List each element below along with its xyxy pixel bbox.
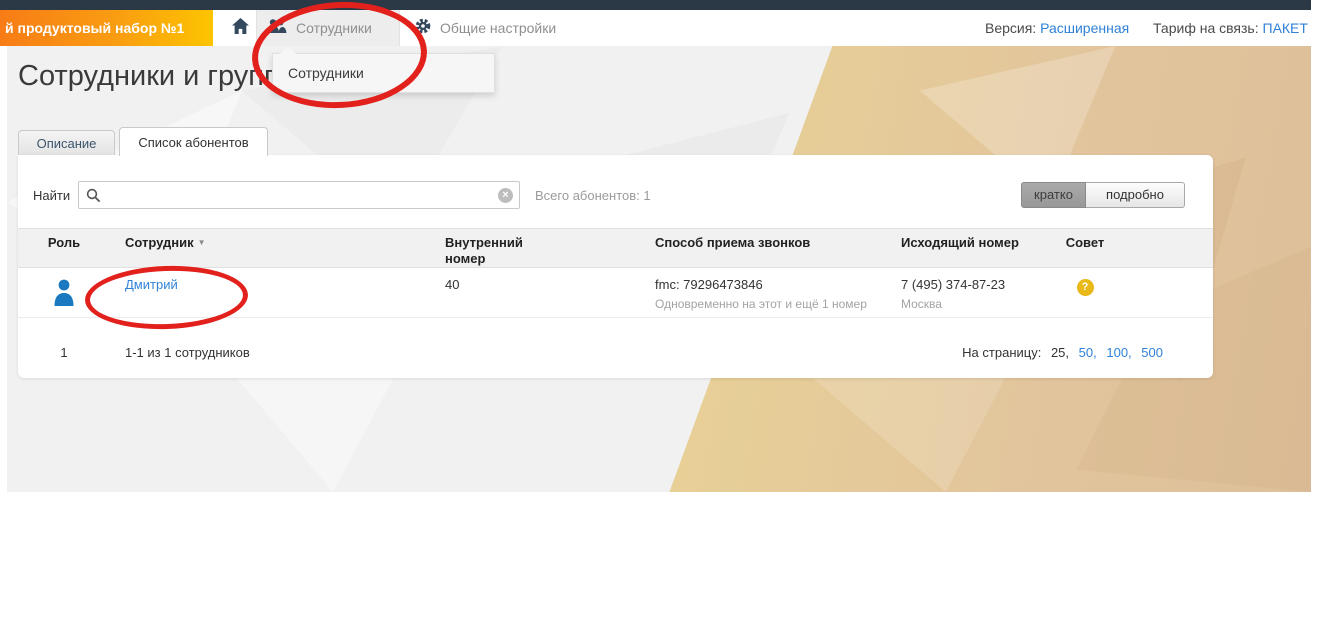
subscribers-panel: Найти × Всего абонентов: 1 кратко подроб… xyxy=(18,155,1213,378)
dropdown-item-employees[interactable]: Сотрудники xyxy=(273,54,494,92)
cell-advice: ? xyxy=(1040,277,1130,317)
gear-icon xyxy=(415,18,431,39)
outgoing-number-value: 7 (495) 374-87-23 xyxy=(901,277,1040,292)
table-row: Дмитрий 40 fmc: 79296473846 Одновременно… xyxy=(18,268,1213,318)
per-page-link-50[interactable]: 50, xyxy=(1079,345,1097,360)
tariff-link[interactable]: ПАКЕТ 3 xyxy=(1263,20,1312,36)
per-page-selector: На страницу: 25, 50, 100, 500 xyxy=(962,345,1163,360)
cell-role xyxy=(18,277,110,317)
question-icon[interactable]: ? xyxy=(1077,279,1094,296)
sort-desc-icon: ▼ xyxy=(198,238,206,247)
header-bar: й продуктовый набор №1 Сотрудники xyxy=(0,10,1311,46)
search-input[interactable] xyxy=(107,183,487,207)
pagination-bar: 1 1-1 из 1 сотрудников На страницу: 25, … xyxy=(18,319,1213,377)
brief-view-button[interactable]: кратко xyxy=(1021,182,1086,208)
clear-search-icon[interactable]: × xyxy=(498,188,513,203)
header-outgoing-number: Исходящий номер xyxy=(886,235,1040,267)
call-method-note: Одновременно на этот и ещё 1 номер xyxy=(655,297,886,311)
cell-outgoing-number: 7 (495) 374-87-23 Москва xyxy=(886,277,1040,317)
dropdown-caret-icon xyxy=(280,46,296,54)
top-strip xyxy=(0,0,1311,10)
version-label: Версия: xyxy=(985,20,1036,36)
header-role: Роль xyxy=(18,235,110,267)
per-page-link-100[interactable]: 100, xyxy=(1106,345,1131,360)
search-icon xyxy=(86,188,101,208)
table-header-row: Роль Сотрудник ▼ Внутренний номер Способ … xyxy=(18,228,1213,268)
call-method-value: fmc: 79296473846 xyxy=(655,277,886,292)
cell-internal-number: 40 xyxy=(430,277,640,317)
search-box: × xyxy=(78,181,520,209)
home-button[interactable] xyxy=(224,10,256,46)
page-title: Сотрудники и группы xyxy=(18,60,301,93)
page-root: й продуктовый набор №1 Сотрудники xyxy=(0,0,1318,630)
home-icon xyxy=(232,18,249,39)
detailed-view-button[interactable]: подробно xyxy=(1086,182,1185,208)
tab-subscriber-list[interactable]: Список абонентов xyxy=(119,127,268,156)
per-page-current: 25, xyxy=(1051,345,1069,360)
pagination-summary: 1-1 из 1 сотрудников xyxy=(125,345,250,360)
cell-employee: Дмитрий xyxy=(110,277,430,317)
find-label: Найти xyxy=(33,188,70,203)
outgoing-number-note: Москва xyxy=(901,297,1040,311)
per-page-label: На страницу: xyxy=(962,345,1041,360)
nav-item-employees[interactable]: Сотрудники xyxy=(256,10,400,46)
header-call-method: Способ приема звонков xyxy=(640,235,886,267)
tab-description[interactable]: Описание xyxy=(18,130,115,156)
employees-dropdown: Сотрудники xyxy=(272,53,495,93)
nav-item-employees-label: Сотрудники xyxy=(296,20,372,36)
header-employee[interactable]: Сотрудник ▼ xyxy=(110,235,430,267)
version-link[interactable]: Расширенная xyxy=(1040,20,1129,36)
cell-call-method: fmc: 79296473846 Одновременно на этот и … xyxy=(640,277,886,317)
current-page-number: 1 xyxy=(18,345,110,360)
per-page-link-500[interactable]: 500 xyxy=(1141,345,1163,360)
total-subscribers-text: Всего абонентов: 1 xyxy=(535,188,651,203)
view-toggle: кратко подробно xyxy=(1021,182,1185,208)
people-icon xyxy=(266,19,287,38)
nav-item-settings-label: Общие настройки xyxy=(440,20,556,36)
header-internal-label: Внутренний номер xyxy=(445,235,540,267)
header-employee-label: Сотрудник xyxy=(125,235,194,250)
header-internal-number: Внутренний номер xyxy=(430,235,640,267)
account-info: Версия: Расширенная Тариф на связь: ПАКЕ… xyxy=(985,10,1311,46)
nav-item-settings[interactable]: Общие настройки xyxy=(407,10,556,46)
header-advice: Совет xyxy=(1040,235,1130,267)
employee-link[interactable]: Дмитрий xyxy=(125,277,178,292)
tariff-label: Тариф на связь: xyxy=(1153,20,1259,36)
employee-icon xyxy=(53,279,75,309)
product-set-badge: й продуктовый набор №1 xyxy=(0,10,213,46)
